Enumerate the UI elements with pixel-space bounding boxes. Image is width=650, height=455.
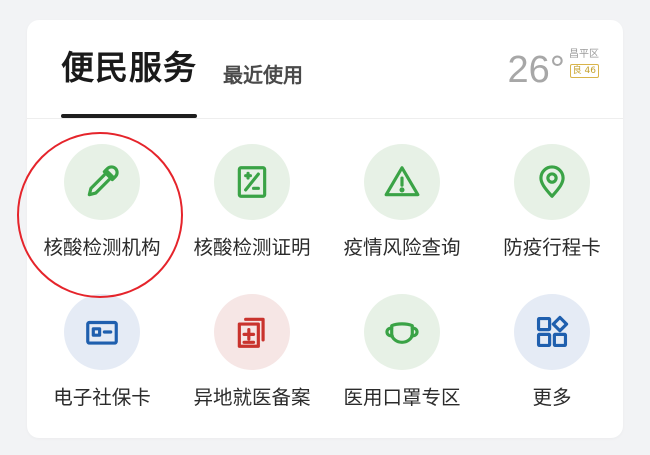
header-divider [27,118,623,119]
service-remote-medical-filing[interactable]: 异地就医备案 [177,294,327,424]
tab-recently-used[interactable]: 最近使用 [223,60,303,90]
icon-bg [64,294,140,370]
convenience-services-card: 便民服务 最近使用 26° 昌平区 良 46 核酸检测机构 核酸检测证明 疫情风… [17,20,623,438]
service-more[interactable]: 更多 [477,294,627,424]
icon-bg [514,144,590,220]
medical-record-icon [237,317,265,348]
service-label: 核酸检测证明 [193,236,311,259]
weather-widget[interactable]: 26° 昌平区 良 46 [499,48,599,96]
icon-bg [514,294,590,370]
air-quality-badge: 良 46 [569,64,599,78]
icon-bg [214,294,290,370]
service-epidemic-risk-query[interactable]: 疫情风险查询 [327,144,477,274]
icon-bg [214,144,290,220]
service-electronic-social-security-card[interactable]: 电子社保卡 [27,294,177,424]
service-nucleic-test-institutions[interactable]: 核酸检测机构 [27,144,177,274]
face-mask-icon [385,322,419,344]
certificate-icon [237,166,267,198]
service-label: 更多 [532,386,572,409]
dropper-icon [87,165,119,197]
location-pin-icon [539,165,565,198]
service-travel-card[interactable]: 防疫行程卡 [477,144,627,274]
icon-bg [364,144,440,220]
service-label: 医用口罩专区 [343,386,461,409]
icon-bg [64,144,140,220]
service-label: 防疫行程卡 [503,236,601,259]
apps-grid-icon [536,315,569,348]
service-label: 异地就医备案 [193,386,311,409]
tab-convenience-services[interactable]: 便民服务 [61,46,197,90]
tabs-bar: 便民服务 最近使用 26° 昌平区 良 46 [27,20,623,118]
icon-bg [364,294,440,370]
service-label: 疫情风险查询 [343,236,461,259]
id-card-icon [86,320,118,345]
service-label: 电子社保卡 [53,386,151,409]
district-name: 昌平区 [569,49,599,60]
service-nucleic-test-certificate[interactable]: 核酸检测证明 [177,144,327,274]
temperature: 26° [507,49,565,91]
service-label: 核酸检测机构 [43,236,161,259]
warning-icon [384,166,420,197]
service-medical-mask-zone[interactable]: 医用口罩专区 [327,294,477,424]
